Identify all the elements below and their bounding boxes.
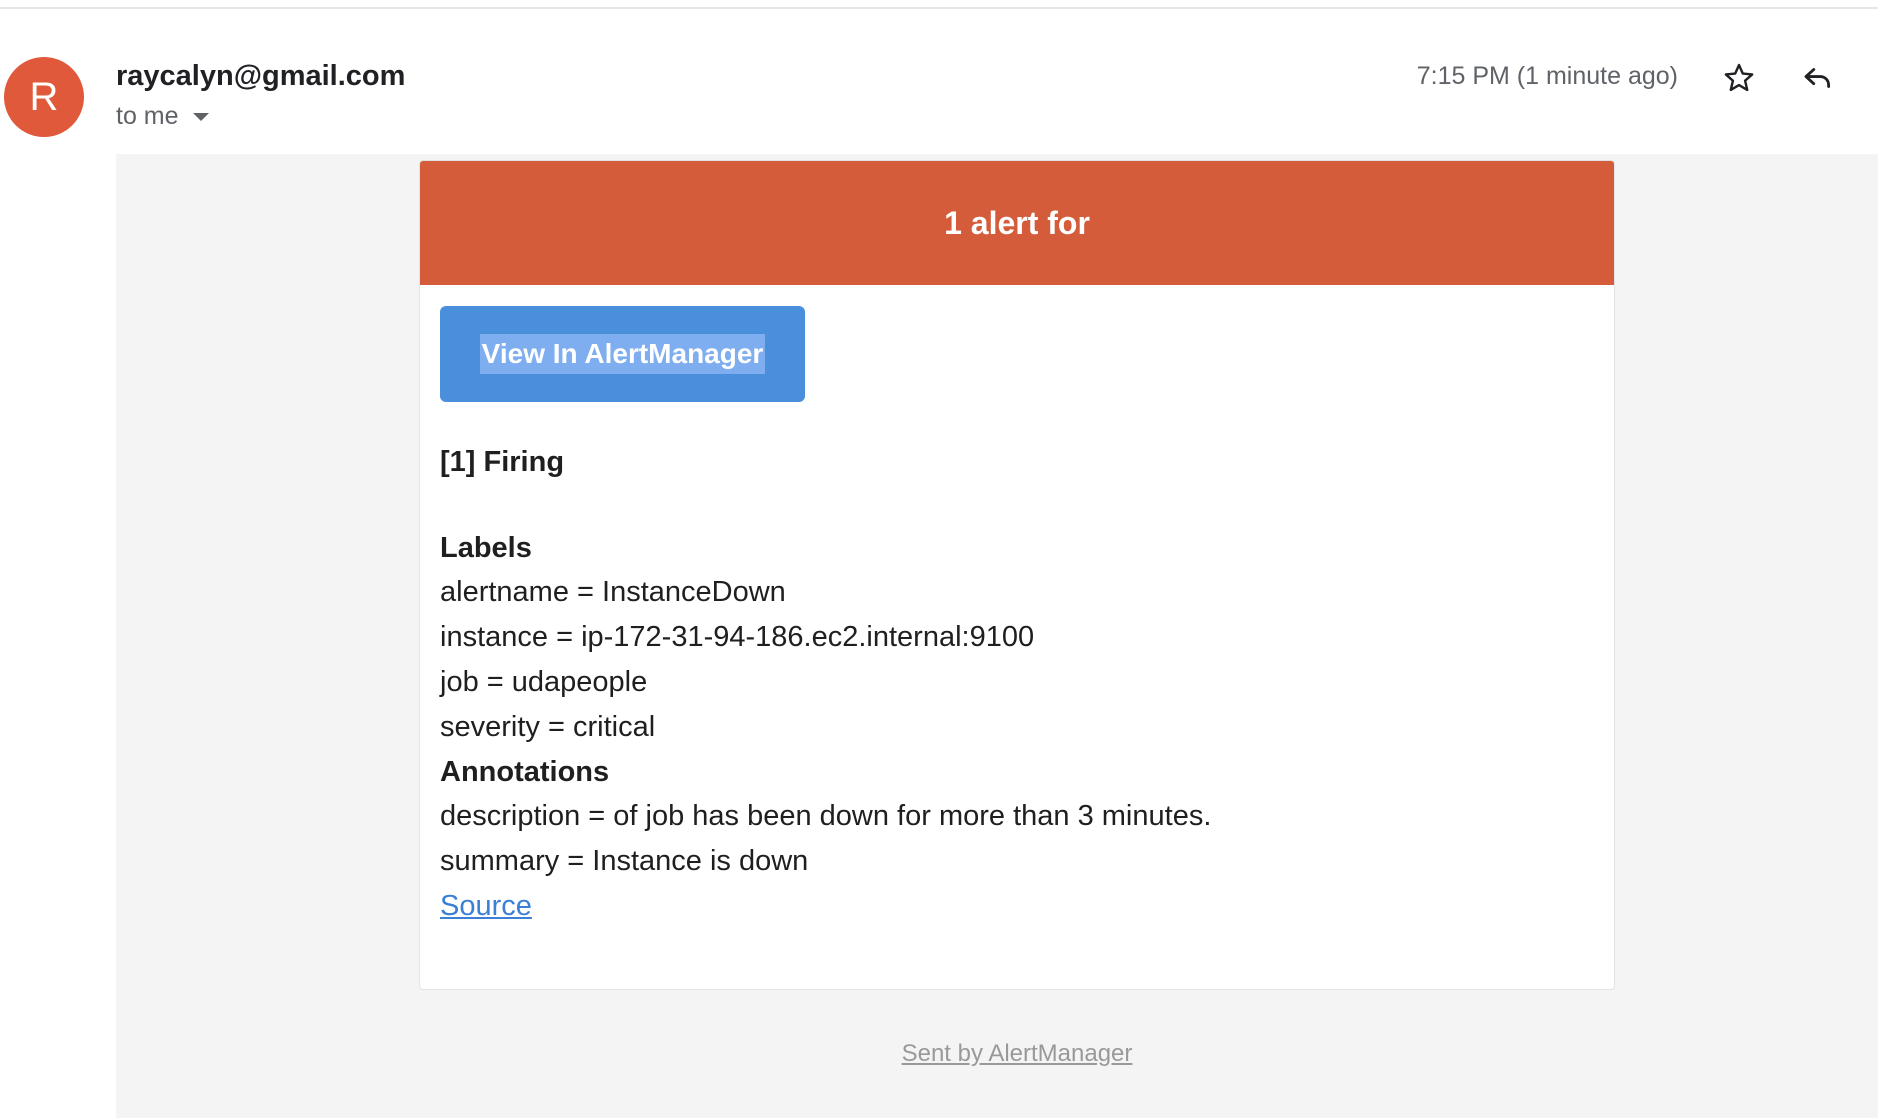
label-line: alertname = InstanceDown [440, 576, 786, 608]
message-timestamp: 7:15 PM (1 minute ago) [1416, 62, 1678, 90]
star-button[interactable] [1716, 55, 1762, 101]
firing-heading: [1] Firing [440, 446, 565, 478]
annotation-line: summary = Instance is down [440, 845, 809, 877]
recipient-details-toggle[interactable]: to me [116, 102, 209, 131]
source-link[interactable]: Source [440, 884, 532, 929]
reply-arrow-icon [1804, 68, 1831, 88]
avatar-letter: R [29, 74, 59, 119]
star-outline-icon [1724, 63, 1754, 92]
sender-avatar[interactable]: R [4, 57, 84, 137]
view-in-alertmanager-label: View In AlertManager [479, 334, 766, 374]
labels-heading: Labels [440, 532, 532, 564]
sent-by-alertmanager-link[interactable]: Sent by AlertManager [0, 1040, 1878, 1068]
caret-down-icon [192, 112, 209, 121]
label-line: job = udapeople [440, 666, 648, 698]
annotations-heading: Annotations [440, 756, 610, 788]
view-in-alertmanager-button[interactable]: View In AlertManager [440, 306, 805, 402]
alert-header-title: 1 alert for [944, 204, 1090, 241]
sender-email[interactable]: raycalyn@gmail.com [116, 60, 405, 93]
alert-details: [1] Firing Labels alertname = InstanceDo… [440, 441, 1590, 929]
alert-card: 1 alert for View In AlertManager [1] Fir… [419, 160, 1615, 990]
recipient-label: to me [116, 102, 179, 130]
top-divider [0, 0, 1878, 9]
alert-header: 1 alert for [420, 161, 1614, 285]
label-line: instance = ip-172-31-94-186.ec2.internal… [440, 621, 1035, 653]
label-line: severity = critical [440, 711, 656, 743]
reply-button[interactable] [1795, 55, 1841, 101]
annotation-line: description = of job has been down for m… [440, 800, 1212, 832]
